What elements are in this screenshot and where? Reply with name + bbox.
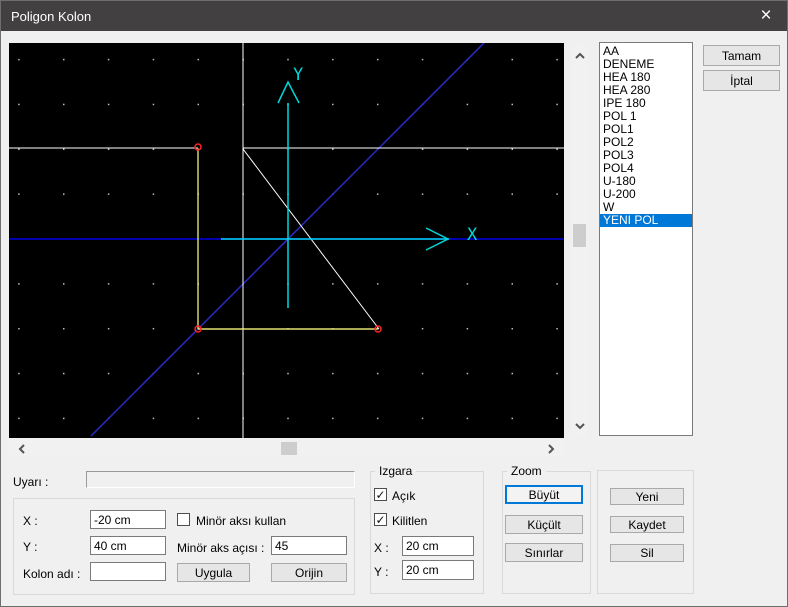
coordinates-group: X : Minör aksı kullan Y : Minör aks açıs… — [13, 498, 355, 595]
y-label: Y : — [23, 540, 37, 554]
drawing-canvas[interactable]: YX — [9, 43, 564, 438]
vertical-scroll-thumb[interactable] — [573, 224, 586, 247]
x-label: X : — [23, 514, 38, 528]
zoom-group-label: Zoom — [507, 464, 546, 478]
section-listbox[interactable]: AADENEMEHEA 180HEA 280IPE 180POL 1POL1PO… — [599, 42, 693, 436]
vertical-scrollbar[interactable] — [571, 43, 588, 438]
list-item[interactable]: YENI POL — [600, 214, 692, 227]
kolon-adi-input[interactable] — [90, 562, 166, 581]
kaydet-button[interactable]: Kaydet — [610, 516, 684, 533]
acik-label[interactable]: Açık — [392, 489, 415, 503]
buyut-button[interactable]: Büyüt — [505, 485, 583, 504]
close-icon[interactable]: × — [745, 1, 787, 31]
izgara-y-label: Y : — [374, 565, 388, 579]
window-title: Poligon Kolon — [11, 9, 91, 24]
minor-aks-label[interactable]: Minör aksı kullan — [196, 514, 286, 528]
izgara-y-input[interactable] — [402, 560, 474, 580]
kolon-adi-label: Kolon adı : — [23, 567, 80, 581]
uyari-field — [86, 471, 355, 488]
poligon-kolon-dialog: Poligon Kolon × YX AADENEMEHEA 180HEA 28… — [0, 0, 788, 607]
yeni-button[interactable]: Yeni — [610, 488, 684, 505]
scroll-up-icon[interactable] — [575, 51, 585, 61]
y-input[interactable] — [90, 536, 166, 555]
scroll-right-icon[interactable] — [546, 444, 556, 454]
orijin-button[interactable]: Orijin — [271, 563, 347, 582]
uyari-label: Uyarı : — [13, 475, 48, 489]
svg-text:Y: Y — [293, 65, 303, 85]
title-bar[interactable]: Poligon Kolon × — [1, 1, 787, 31]
scroll-left-icon[interactable] — [17, 444, 27, 454]
horizontal-scrollbar[interactable] — [9, 440, 564, 457]
izgara-group-label: Izgara — [375, 464, 416, 478]
uygula-button[interactable]: Uygula — [177, 563, 250, 582]
horizontal-scroll-thumb[interactable] — [281, 442, 297, 455]
izgara-x-input[interactable] — [402, 536, 474, 556]
zoom-group: Zoom Büyüt Küçült Sınırlar — [502, 471, 591, 594]
sinirlar-button[interactable]: Sınırlar — [505, 543, 583, 562]
minor-aks-acisi-input[interactable] — [271, 536, 347, 555]
x-input[interactable] — [90, 510, 166, 529]
svg-text:X: X — [467, 225, 478, 245]
kilitlen-label[interactable]: Kilitlen — [392, 514, 427, 528]
tamam-button[interactable]: Tamam — [703, 45, 780, 66]
kucult-button[interactable]: Küçült — [505, 515, 583, 534]
izgara-group: Izgara ✓ Açık ✓ Kilitlen X : Y : — [370, 471, 484, 594]
scroll-down-icon[interactable] — [575, 421, 585, 431]
actions-group: Yeni Kaydet Sil — [597, 470, 694, 594]
canvas-drawing: YX — [9, 43, 564, 438]
izgara-x-label: X : — [374, 541, 389, 555]
kilitlen-checkbox[interactable]: ✓ — [374, 513, 387, 526]
minor-aks-checkbox[interactable] — [177, 513, 190, 526]
minor-aks-acisi-label: Minör aks açısı : — [177, 541, 264, 555]
sil-button[interactable]: Sil — [610, 544, 684, 562]
iptal-button[interactable]: İptal — [703, 70, 780, 91]
acik-checkbox[interactable]: ✓ — [374, 488, 387, 501]
